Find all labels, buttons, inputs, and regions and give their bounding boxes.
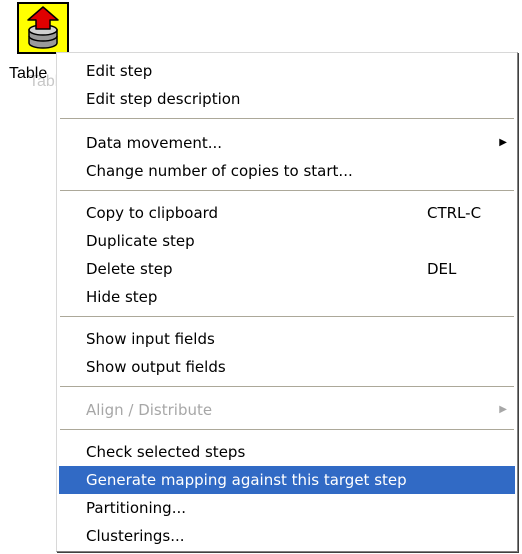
menu-separator bbox=[60, 118, 514, 120]
menu-item-hide-step[interactable]: Hide step bbox=[59, 283, 515, 311]
menu-item-label: Clusterings... bbox=[86, 527, 185, 545]
menu-item-generate-mapping[interactable]: Generate mapping against this target ste… bbox=[59, 466, 515, 494]
submenu-arrow-icon: ▶ bbox=[499, 137, 507, 148]
menu-item-align-distribute: Align / Distribute ▶ bbox=[59, 396, 515, 424]
menu-item-check-selected-steps[interactable]: Check selected steps bbox=[59, 438, 515, 466]
menu-item-edit-step[interactable]: Edit step bbox=[59, 57, 515, 85]
menu-item-duplicate-step[interactable]: Duplicate step bbox=[59, 227, 515, 255]
menu-item-label: Show output fields bbox=[86, 358, 226, 376]
menu-item-label: Delete step bbox=[86, 260, 173, 278]
menu-item-shortcut: DEL bbox=[427, 260, 457, 278]
menu-item-label: Edit step description bbox=[86, 90, 241, 108]
menu-item-show-output-fields[interactable]: Show output fields bbox=[59, 353, 515, 381]
menu-item-edit-step-description[interactable]: Edit step description bbox=[59, 85, 515, 113]
menu-item-clusterings[interactable]: Clusterings... bbox=[59, 522, 515, 550]
menu-separator bbox=[60, 429, 514, 431]
menu-item-show-input-fields[interactable]: Show input fields bbox=[59, 325, 515, 353]
menu-item-partitioning[interactable]: Partitioning... bbox=[59, 494, 515, 522]
menu-item-data-movement[interactable]: Data movement... ▶ bbox=[59, 129, 515, 157]
context-menu: Edit step Edit step description Data mov… bbox=[56, 52, 518, 552]
menu-item-label: Align / Distribute bbox=[86, 401, 213, 419]
menu-item-change-copies[interactable]: Change number of copies to start... bbox=[59, 157, 515, 185]
menu-item-label: Data movement... bbox=[86, 134, 223, 152]
submenu-arrow-icon: ▶ bbox=[499, 404, 507, 415]
menu-item-label: Edit step bbox=[86, 62, 153, 80]
menu-item-shortcut: CTRL-C bbox=[427, 204, 482, 222]
table-output-step-icon[interactable] bbox=[17, 2, 69, 54]
menu-separator bbox=[60, 316, 514, 318]
step-label: Table bbox=[9, 65, 48, 82]
menu-item-label: Duplicate step bbox=[86, 232, 195, 250]
menu-item-delete-step[interactable]: Delete step DEL bbox=[59, 255, 515, 283]
menu-item-label: Generate mapping against this target ste… bbox=[86, 471, 407, 489]
menu-item-label: Hide step bbox=[86, 288, 158, 306]
menu-item-label: Check selected steps bbox=[86, 443, 246, 461]
menu-item-copy-to-clipboard[interactable]: Copy to clipboard CTRL-C bbox=[59, 199, 515, 227]
menu-item-label: Partitioning... bbox=[86, 499, 187, 517]
menu-separator bbox=[60, 386, 514, 388]
menu-item-label: Copy to clipboard bbox=[86, 204, 219, 222]
menu-separator bbox=[60, 190, 514, 192]
menu-item-label: Change number of copies to start... bbox=[86, 162, 353, 180]
menu-item-label: Show input fields bbox=[86, 330, 215, 348]
